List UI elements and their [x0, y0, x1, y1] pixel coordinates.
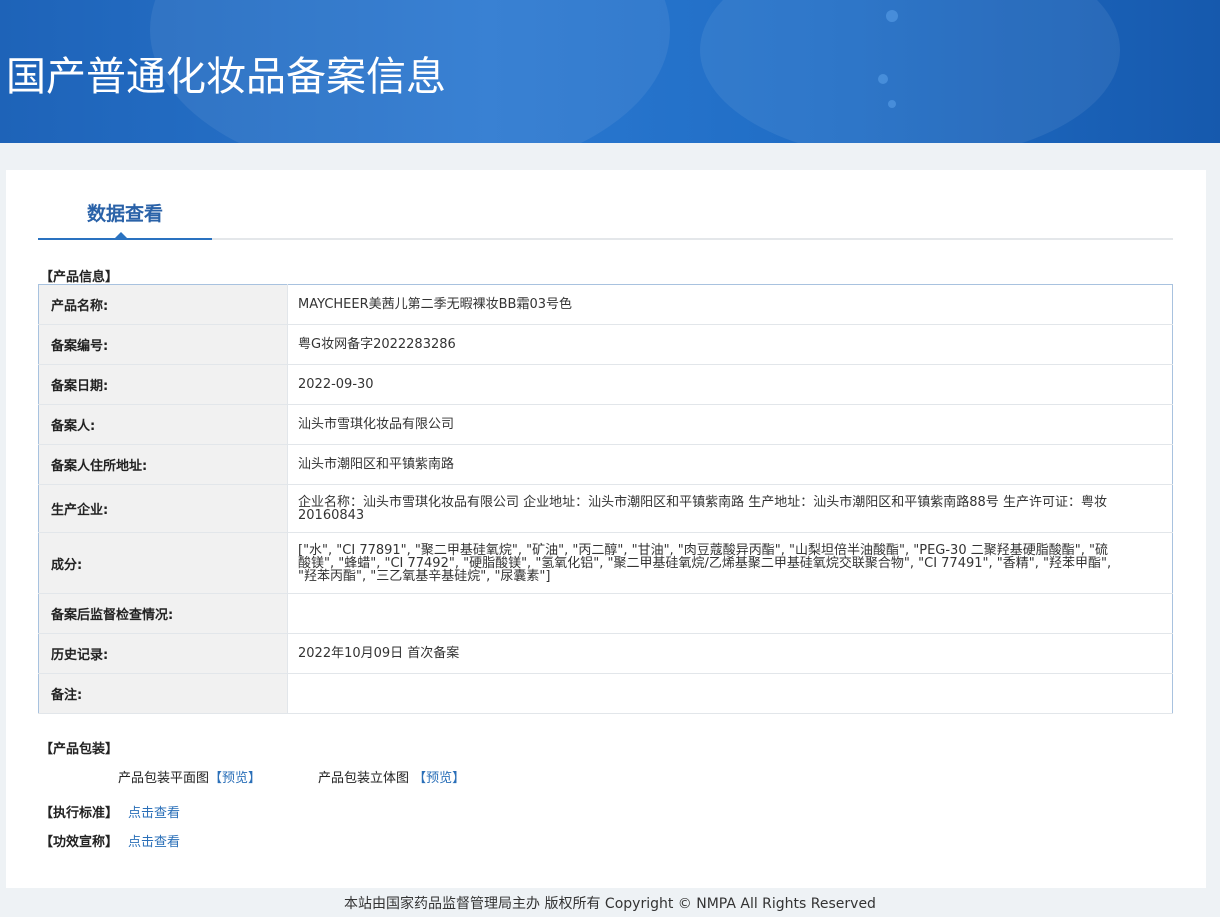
table-row: 备案日期: 2022-09-30 — [38, 364, 1173, 405]
table-row: 备案后监督检查情况: — [38, 593, 1173, 634]
field-value: 企业名称：汕头市雪琪化妆品有限公司 企业地址：汕头市潮阳区和平镇紫南路 生产地址… — [287, 484, 1173, 533]
field-label: 备案日期: — [38, 364, 288, 405]
tab-data-view[interactable]: 数据查看 — [38, 170, 212, 240]
field-label: 产品名称: — [38, 284, 288, 325]
field-label: 历史记录: — [38, 633, 288, 674]
field-value: ["水", "CI 77891", "聚二甲基硅氧烷", "矿油", "丙二醇"… — [287, 532, 1173, 594]
table-row: 生产企业: 企业名称：汕头市雪琪化妆品有限公司 企业地址：汕头市潮阳区和平镇紫南路… — [38, 484, 1173, 533]
packaging-flat-label: 产品包装平面图 — [118, 771, 210, 786]
field-value: 汕头市潮阳区和平镇紫南路 — [287, 444, 1173, 485]
table-row: 备注: — [38, 673, 1173, 714]
packaging-solid-item: 产品包装立体图 【预览】 — [318, 767, 465, 786]
field-label: 备注: — [38, 673, 288, 714]
table-row: 成分: ["水", "CI 77891", "聚二甲基硅氧烷", "矿油", "丙… — [38, 532, 1173, 594]
standard-row: 【执行标准】 点击查看 — [40, 802, 180, 821]
field-value: 2022-09-30 — [287, 364, 1173, 405]
efficacy-row: 【功效宣称】 点击查看 — [40, 831, 180, 850]
tab-bar: 数据查看 — [38, 170, 1173, 240]
packaging-solid-preview-link[interactable]: 【预览】 — [413, 771, 465, 786]
table-row: 备案人: 汕头市雪琪化妆品有限公司 — [38, 404, 1173, 445]
content-card: 数据查看 【产品信息】 产品名称: MAYCHEER美茜儿第二季无暇裸妆BB霜03… — [6, 170, 1206, 888]
field-label: 生产企业: — [38, 484, 288, 533]
packaging-solid-label: 产品包装立体图 — [318, 771, 410, 786]
product-info-heading: 【产品信息】 — [40, 270, 119, 285]
field-value — [287, 673, 1173, 714]
field-value: MAYCHEER美茜儿第二季无暇裸妆BB霜03号色 — [287, 284, 1173, 325]
active-tab-caret-icon — [114, 232, 128, 239]
efficacy-view-link[interactable]: 点击查看 — [128, 835, 180, 850]
standard-view-link[interactable]: 点击查看 — [128, 806, 180, 821]
page-banner: 国产普通化妆品备案信息 — [0, 0, 1220, 143]
packaging-flat-preview-link[interactable]: 【预览】 — [209, 771, 261, 786]
field-value: 2022年10月09日 首次备案 — [287, 633, 1173, 674]
field-label: 备案后监督检查情况: — [38, 593, 288, 634]
field-label: 备案人住所地址: — [38, 444, 288, 485]
table-row: 备案人住所地址: 汕头市潮阳区和平镇紫南路 — [38, 444, 1173, 485]
packaging-flat-item: 产品包装平面图【预览】 — [118, 767, 261, 786]
field-value — [287, 593, 1173, 634]
field-label: 备案人: — [38, 404, 288, 445]
banner-decoration — [878, 74, 888, 84]
table-row: 备案编号: 粤G妆网备字2022283286 — [38, 324, 1173, 365]
footer-copyright: 本站由国家药品监督管理局主办 版权所有 Copyright © NMPA All… — [344, 896, 876, 912]
field-value: 汕头市雪琪化妆品有限公司 — [287, 404, 1173, 445]
banner-decoration — [700, 0, 1120, 143]
standard-label: 【执行标准】 — [40, 806, 119, 821]
packaging-heading: 【产品包装】 — [40, 742, 119, 757]
product-info-table: 产品名称: MAYCHEER美茜儿第二季无暇裸妆BB霜03号色 备案编号: 粤G妆网备… — [38, 284, 1173, 714]
tab-label: 数据查看 — [86, 203, 163, 225]
table-row: 历史记录: 2022年10月09日 首次备案 — [38, 633, 1173, 674]
field-label: 备案编号: — [38, 324, 288, 365]
field-label: 成分: — [38, 532, 288, 594]
page-title: 国产普通化妆品备案信息 — [6, 54, 446, 100]
field-value: 粤G妆网备字2022283286 — [287, 324, 1173, 365]
banner-decoration — [886, 10, 898, 22]
table-row: 产品名称: MAYCHEER美茜儿第二季无暇裸妆BB霜03号色 — [38, 284, 1173, 325]
efficacy-label: 【功效宣称】 — [40, 835, 119, 850]
banner-decoration — [888, 100, 896, 108]
